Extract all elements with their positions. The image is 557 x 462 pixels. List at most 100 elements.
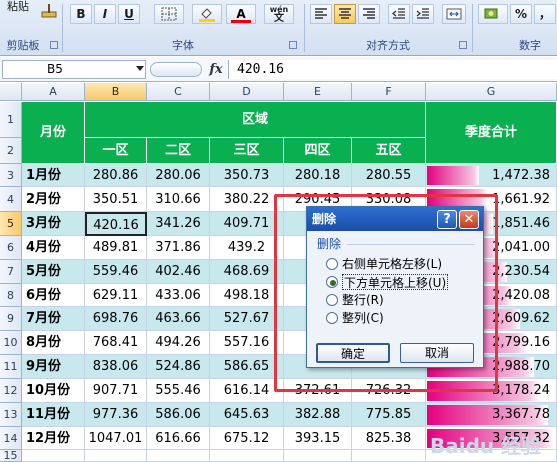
data-cell[interactable]: 559.46 <box>85 260 147 284</box>
row-header-15[interactable]: 15 <box>0 450 22 462</box>
column-header-c[interactable]: C <box>147 83 210 101</box>
data-cell[interactable]: 1047.01 <box>85 427 147 450</box>
data-cell[interactable]: 977.36 <box>85 403 147 427</box>
font-dialog-launcher-icon[interactable] <box>289 41 297 49</box>
data-cell[interactable]: 675.12 <box>210 427 284 450</box>
column-header-e[interactable]: E <box>284 83 352 101</box>
cancel-button[interactable]: 取消 <box>400 343 474 363</box>
data-cell[interactable]: 439.2 <box>210 236 284 260</box>
total-header-cell[interactable]: 季度合计 <box>426 102 557 164</box>
row-header-4[interactable]: 4 <box>0 187 22 212</box>
month-cell[interactable]: 5月份 <box>22 260 85 284</box>
data-cell[interactable]: 393.15 <box>284 427 352 450</box>
month-cell[interactable]: 6月份 <box>22 284 85 307</box>
data-cell[interactable]: 489.81 <box>85 236 147 260</box>
format-painter-icon[interactable] <box>40 2 58 20</box>
data-cell[interactable]: 280.06 <box>147 164 210 187</box>
decrease-indent-button[interactable] <box>388 4 410 24</box>
ok-button[interactable]: 确定 <box>316 343 390 363</box>
data-cell[interactable]: 838.06 <box>85 355 147 379</box>
data-cell[interactable]: 494.26 <box>147 331 210 355</box>
month-cell[interactable]: 2月份 <box>22 187 85 212</box>
row-header-2[interactable]: 2 <box>0 138 22 164</box>
total-cell[interactable]: 1,472.38 <box>426 164 557 187</box>
data-cell[interactable]: 616.66 <box>147 427 210 450</box>
region-subheader-cell[interactable]: 一区 <box>85 138 147 164</box>
insert-function-button[interactable]: fx <box>206 60 226 79</box>
name-box-dropdown-icon[interactable] <box>136 66 144 71</box>
data-cell[interactable]: 409.71 <box>210 212 284 236</box>
month-cell[interactable]: 8月份 <box>22 331 85 355</box>
align-left-button[interactable] <box>310 4 332 24</box>
column-header-b[interactable]: B <box>85 83 147 101</box>
month-cell[interactable]: 7月份 <box>22 307 85 331</box>
data-cell[interactable]: 645.63 <box>210 403 284 427</box>
radio-shift-left[interactable] <box>326 258 338 270</box>
empty-cell[interactable] <box>147 450 210 462</box>
comma-style-button[interactable]: ， <box>534 4 556 24</box>
data-cell[interactable]: 629.11 <box>85 284 147 307</box>
formula-bar-splitter[interactable] <box>150 62 202 77</box>
data-cell[interactable]: 433.06 <box>147 284 210 307</box>
region-subheader-cell[interactable]: 二区 <box>147 138 210 164</box>
bold-button[interactable]: B <box>70 4 92 24</box>
data-cell[interactable]: 768.41 <box>85 331 147 355</box>
empty-cell[interactable] <box>210 450 284 462</box>
empty-cell[interactable] <box>22 450 85 462</box>
row-header-14[interactable]: 14 <box>0 427 22 450</box>
close-button[interactable]: ✕ <box>459 210 479 229</box>
data-cell[interactable]: 280.55 <box>352 164 426 187</box>
data-cell[interactable]: 524.86 <box>147 355 210 379</box>
help-button[interactable]: ? <box>437 210 457 229</box>
phonetic-button[interactable]: wén 文 <box>264 4 294 24</box>
data-cell[interactable]: 371.86 <box>147 236 210 260</box>
selected-cell[interactable]: 420.16 <box>85 212 147 236</box>
clipboard-dialog-launcher-icon[interactable] <box>50 41 58 49</box>
total-cell[interactable]: 3,367.78 <box>426 403 557 427</box>
radio-shift-up[interactable] <box>326 276 338 288</box>
row-header-1[interactable]: 1 <box>0 102 22 138</box>
month-cell[interactable]: 4月份 <box>22 236 85 260</box>
data-cell[interactable]: 555.46 <box>147 379 210 403</box>
data-cell[interactable]: 586.06 <box>147 403 210 427</box>
currency-button[interactable] <box>478 4 508 24</box>
month-header-cell[interactable]: 月份 <box>22 102 85 164</box>
option-label-entire-row[interactable]: 整行(R) <box>342 292 384 308</box>
underline-button[interactable]: U <box>118 4 140 24</box>
row-header-12[interactable]: 12 <box>0 379 22 403</box>
option-label-shift-up[interactable]: 下方单元格上移(U) <box>342 274 449 290</box>
font-color-button[interactable]: A <box>226 4 256 24</box>
month-cell[interactable]: 9月份 <box>22 355 85 379</box>
region-subheader-cell[interactable]: 四区 <box>284 138 352 164</box>
alignment-dialog-launcher-icon[interactable] <box>459 41 467 49</box>
region-header-cell[interactable]: 区域 <box>85 102 426 138</box>
data-cell[interactable]: 310.66 <box>147 187 210 212</box>
percent-button[interactable]: % <box>510 4 532 24</box>
option-label-entire-column[interactable]: 整列(C) <box>342 310 384 326</box>
row-header-10[interactable]: 10 <box>0 331 22 355</box>
row-header-11[interactable]: 11 <box>0 355 22 379</box>
increase-indent-button[interactable] <box>412 4 434 24</box>
row-header-7[interactable]: 7 <box>0 260 22 284</box>
option-label-shift-left[interactable]: 右侧单元格左移(L) <box>342 256 442 272</box>
data-cell[interactable]: 775.85 <box>352 403 426 427</box>
data-cell[interactable]: 557.16 <box>210 331 284 355</box>
month-cell[interactable]: 12月份 <box>22 427 85 450</box>
region-subheader-cell[interactable]: 五区 <box>352 138 426 164</box>
empty-cell[interactable] <box>352 450 426 462</box>
month-cell[interactable]: 10月份 <box>22 379 85 403</box>
row-header-3[interactable]: 3 <box>0 164 22 187</box>
merge-center-button[interactable] <box>442 4 466 24</box>
align-right-button[interactable] <box>358 4 380 24</box>
data-cell[interactable]: 825.38 <box>352 427 426 450</box>
name-box[interactable]: B5 <box>2 60 146 79</box>
row-header-5[interactable]: 5 <box>0 212 22 236</box>
data-cell[interactable]: 468.69 <box>210 260 284 284</box>
fill-color-button[interactable] <box>192 4 222 24</box>
data-cell[interactable]: 402.46 <box>147 260 210 284</box>
row-header-9[interactable]: 9 <box>0 307 22 331</box>
formula-input[interactable]: 420.16 <box>228 60 557 79</box>
month-cell[interactable]: 3月份 <box>22 212 85 236</box>
border-button[interactable] <box>154 4 184 24</box>
empty-cell[interactable] <box>85 450 147 462</box>
